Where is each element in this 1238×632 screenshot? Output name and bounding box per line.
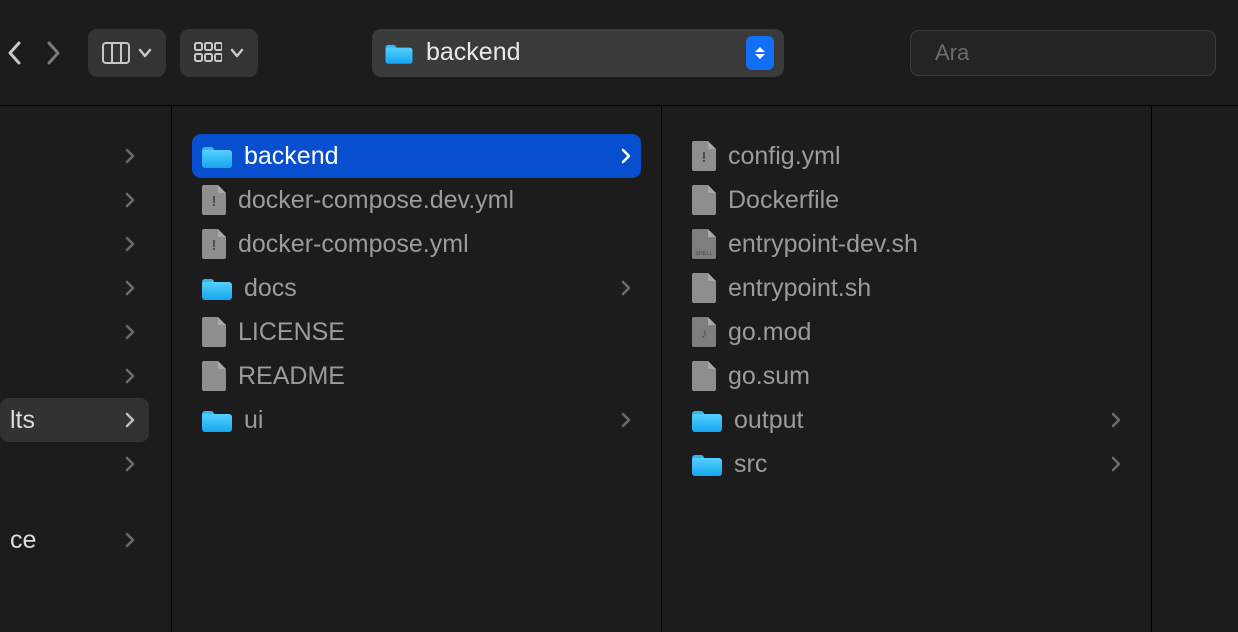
- file-alert-icon: [202, 229, 226, 259]
- chevron-right-icon: [621, 148, 631, 164]
- folder-icon: [386, 42, 413, 64]
- item-label: go.mod: [728, 318, 811, 347]
- item-label: entrypoint.sh: [728, 274, 871, 303]
- chevron-left-icon: [7, 41, 21, 65]
- list-item-docker-compose.yml[interactable]: docker-compose.yml: [192, 222, 641, 266]
- folder-icon: [202, 276, 232, 300]
- chevron-right-icon: [125, 236, 135, 252]
- chevron-right-icon: [621, 280, 631, 296]
- item-label: ce: [10, 526, 113, 555]
- nav-forward-button[interactable]: [34, 33, 74, 73]
- list-item[interactable]: [0, 266, 149, 310]
- list-item-Dockerfile[interactable]: Dockerfile: [682, 178, 1131, 222]
- column-3: [1152, 106, 1238, 632]
- item-label: src: [734, 450, 767, 479]
- path-label: backend: [426, 38, 734, 67]
- grid-group-icon: [194, 42, 222, 64]
- list-item-README[interactable]: README: [192, 354, 641, 398]
- item-label: README: [238, 362, 345, 391]
- list-item[interactable]: lts: [0, 398, 149, 442]
- list-item[interactable]: [0, 134, 149, 178]
- chevron-right-icon: [125, 368, 135, 384]
- chevron-down-icon: [230, 48, 244, 58]
- file-icon: [692, 361, 716, 391]
- view-mode-button[interactable]: [88, 29, 166, 77]
- item-label: docs: [244, 274, 297, 303]
- list-item-go.mod[interactable]: go.mod: [682, 310, 1131, 354]
- list-item[interactable]: [0, 442, 149, 486]
- chevron-right-icon: [125, 532, 135, 548]
- item-label: ui: [244, 406, 263, 435]
- chevron-right-icon: [125, 456, 135, 472]
- chevron-right-icon: [47, 41, 61, 65]
- list-item-backend[interactable]: backend: [192, 134, 641, 178]
- search-box[interactable]: [910, 30, 1216, 76]
- chevron-down-icon: [138, 48, 152, 58]
- column-0: lts ce: [0, 106, 172, 632]
- path-stepper-icon: [746, 36, 774, 70]
- list-item-config.yml[interactable]: config.yml: [682, 134, 1131, 178]
- folder-icon: [202, 408, 232, 432]
- chevron-right-icon: [621, 412, 631, 428]
- file-icon: [202, 361, 226, 391]
- toolbar: backend: [0, 0, 1238, 106]
- item-label: output: [734, 406, 804, 435]
- list-item-entrypoint.sh[interactable]: entrypoint.sh: [682, 266, 1131, 310]
- list-item-docker-compose.dev.yml[interactable]: docker-compose.dev.yml: [192, 178, 641, 222]
- nav-buttons: [0, 33, 74, 73]
- list-item[interactable]: ce: [0, 518, 149, 562]
- column-2: config.yml Dockerfile entrypoint-dev.sh ent…: [662, 106, 1152, 632]
- list-item[interactable]: [0, 354, 149, 398]
- list-item[interactable]: [0, 310, 149, 354]
- chevron-right-icon: [1111, 456, 1121, 472]
- column-browser: lts ce backend docker-compose.dev.yml docke…: [0, 106, 1238, 632]
- list-item-docs[interactable]: docs: [192, 266, 641, 310]
- list-item-go.sum[interactable]: go.sum: [682, 354, 1131, 398]
- group-by-button[interactable]: [180, 29, 258, 77]
- list-item-LICENSE[interactable]: LICENSE: [192, 310, 641, 354]
- item-label: docker-compose.dev.yml: [238, 186, 514, 215]
- file-icon: [692, 273, 716, 303]
- chevron-right-icon: [125, 412, 135, 428]
- list-item-entrypoint-dev.sh[interactable]: entrypoint-dev.sh: [682, 222, 1131, 266]
- columns-view-icon: [102, 42, 130, 64]
- item-label: lts: [10, 406, 113, 435]
- nav-back-button[interactable]: [0, 33, 34, 73]
- shell-file-icon: [692, 229, 716, 259]
- item-label: go.sum: [728, 362, 810, 391]
- list-item-output[interactable]: output: [682, 398, 1131, 442]
- list-item-src[interactable]: src: [682, 442, 1131, 486]
- folder-icon: [692, 452, 722, 476]
- chevron-right-icon: [125, 280, 135, 296]
- item-label: docker-compose.yml: [238, 230, 469, 259]
- column-1: backend docker-compose.dev.yml docker-comp…: [172, 106, 662, 632]
- item-label: entrypoint-dev.sh: [728, 230, 918, 259]
- file-alert-icon: [202, 185, 226, 215]
- audio-file-icon: [692, 317, 716, 347]
- chevron-right-icon: [125, 324, 135, 340]
- item-label: backend: [244, 142, 339, 171]
- path-dropdown[interactable]: backend: [372, 29, 784, 77]
- item-label: Dockerfile: [728, 186, 839, 215]
- file-alert-icon: [692, 141, 716, 171]
- file-icon: [202, 317, 226, 347]
- list-item[interactable]: [0, 222, 149, 266]
- folder-icon: [692, 408, 722, 432]
- list-item-ui[interactable]: ui: [192, 398, 641, 442]
- file-icon: [692, 185, 716, 215]
- item-label: LICENSE: [238, 318, 345, 347]
- chevron-right-icon: [125, 148, 135, 164]
- item-label: config.yml: [728, 142, 841, 171]
- search-input[interactable]: [935, 40, 1223, 66]
- list-item[interactable]: [0, 178, 149, 222]
- folder-icon: [202, 144, 232, 168]
- chevron-right-icon: [1111, 412, 1121, 428]
- chevron-right-icon: [125, 192, 135, 208]
